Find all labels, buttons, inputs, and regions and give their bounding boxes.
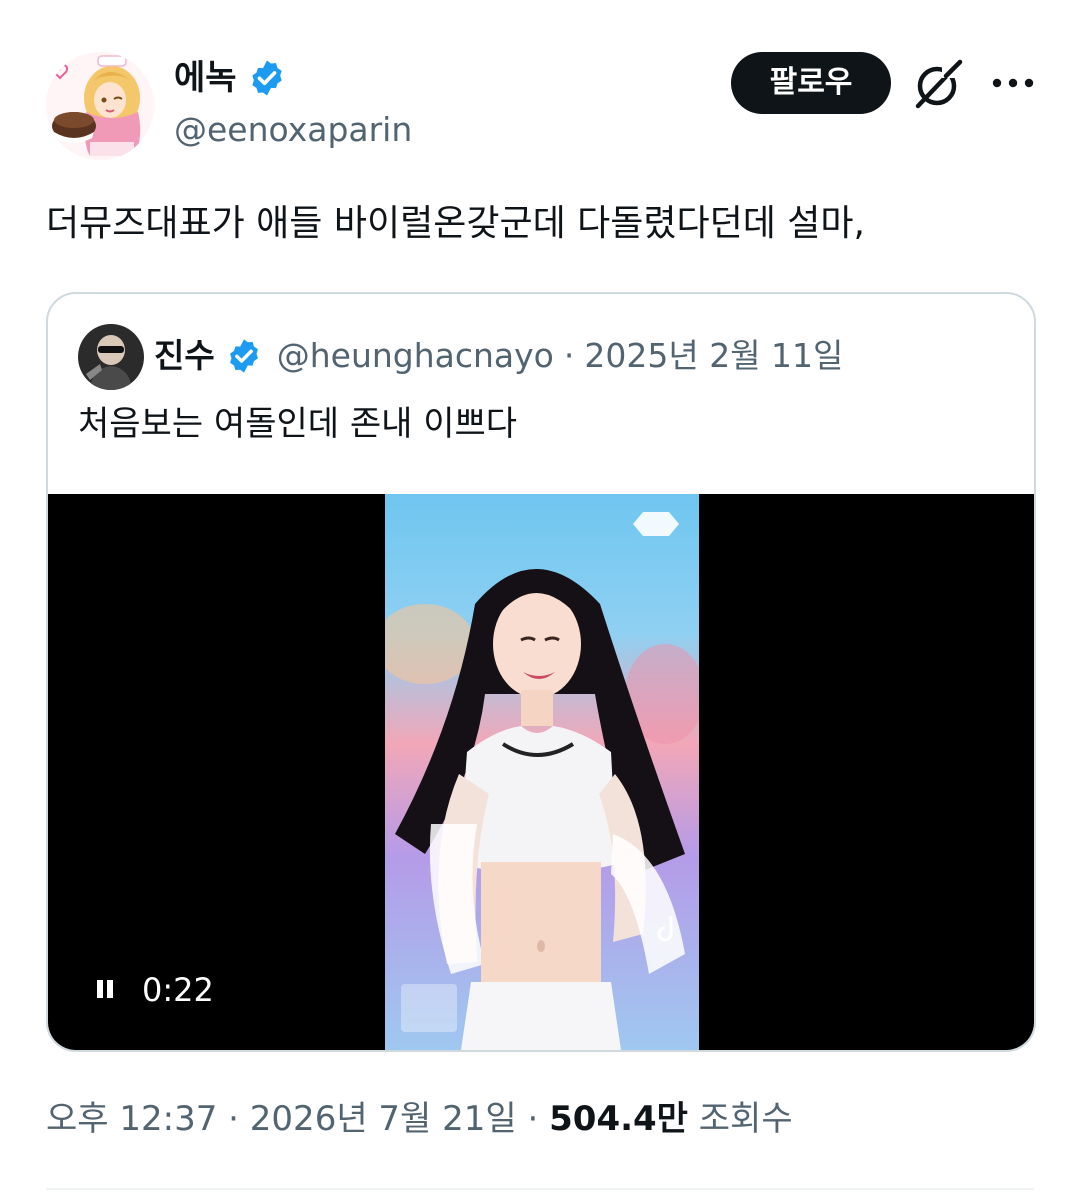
video-elapsed-time: 0:22: [142, 971, 214, 1009]
verified-badge-icon: [247, 58, 287, 98]
quote-text: 처음보는 여돌인데 존내 이쁘다: [78, 404, 518, 444]
tweet-time[interactable]: 오후 12:37: [46, 1099, 217, 1139]
author-avatar[interactable]: [46, 52, 154, 160]
video-frame[interactable]: [385, 494, 699, 1050]
tweet-date[interactable]: 2026년 7월 21일: [250, 1099, 517, 1139]
quote-date[interactable]: 2025년 2월 11일: [584, 332, 843, 380]
author-display-name[interactable]: 에녹: [174, 56, 237, 100]
footer-separator: ·: [527, 1099, 539, 1139]
views-label: 조회수: [698, 1099, 793, 1139]
author-name-row[interactable]: 에녹: [174, 56, 287, 100]
tweet-text: 더뮤즈대표가 애들 바이럴온갖군데 다돌렸다던데 설마,: [46, 203, 865, 244]
divider: [46, 1188, 1034, 1190]
video-player[interactable]: 0:22: [48, 494, 1034, 1050]
verified-badge-icon: [225, 337, 263, 375]
quote-separator: ·: [563, 336, 575, 375]
quote-header: 진수 @heunghacnayo · 2025년 2월 11일: [154, 332, 843, 380]
grok-icon[interactable]: [912, 58, 964, 110]
author-handle[interactable]: @eenoxaparin: [174, 108, 412, 152]
quote-author-handle[interactable]: @heunghacnayo: [277, 332, 554, 380]
quote-author-avatar[interactable]: [78, 324, 144, 390]
views-count[interactable]: 504.4만: [549, 1099, 688, 1139]
footer-separator: ·: [228, 1099, 239, 1139]
quoted-tweet-card[interactable]: 진수 @heunghacnayo · 2025년 2월 11일 처음보는 여돌인…: [46, 292, 1036, 1052]
tweet-metadata: 오후 12:37 · 2026년 7월 21일 · 504.4만 조회수: [46, 1094, 793, 1144]
pause-icon[interactable]: [94, 978, 116, 1002]
quote-author-name[interactable]: 진수: [154, 332, 215, 380]
more-options-icon[interactable]: [988, 66, 1038, 100]
follow-button[interactable]: 팔로우: [731, 52, 891, 114]
